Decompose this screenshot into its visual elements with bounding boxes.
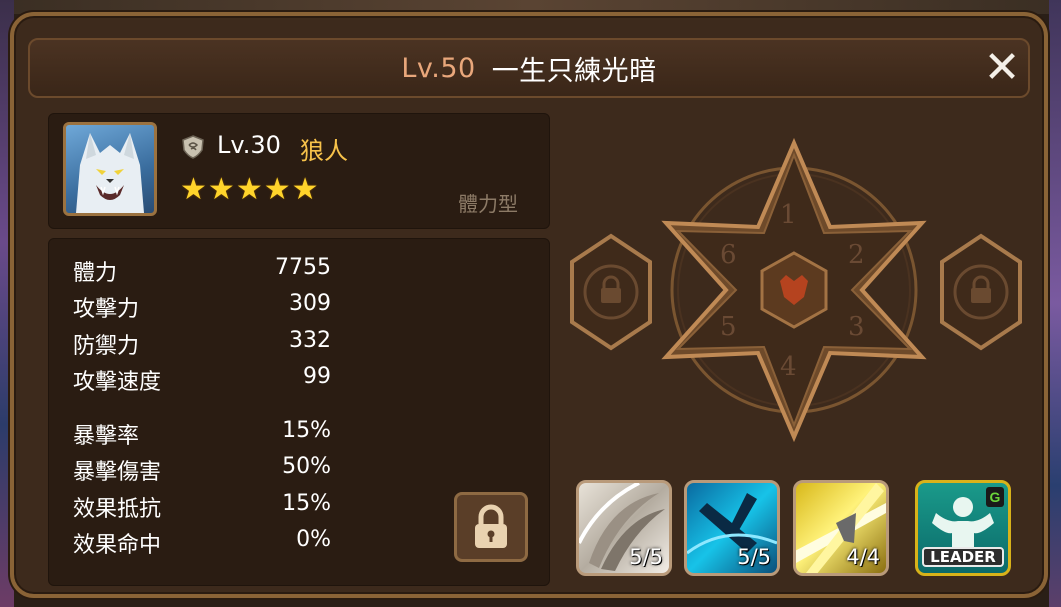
wind-attribute-icon (180, 134, 206, 160)
monster-level: Lv.30 (217, 131, 281, 159)
stat-label: 攻擊速度 (73, 370, 162, 395)
skill-level: 4/4 (846, 545, 880, 569)
skill-level: 5/5 (629, 545, 663, 569)
monster-type: 體力型 (458, 192, 518, 216)
rune-slot-6[interactable]: 6 (720, 240, 737, 270)
close-button[interactable]: ✕ (980, 46, 1024, 90)
monster-star-rating: ★ ★ ★ ★ ★ (180, 175, 319, 205)
stat-value: 309 (289, 291, 331, 316)
stat-label: 暴擊率 (73, 424, 140, 449)
monster-portrait[interactable] (63, 122, 157, 216)
star-icon: ★ (291, 172, 319, 207)
rune-slot-1[interactable]: 1 (780, 200, 797, 230)
stat-value: 15% (282, 418, 331, 443)
rune-slot-5[interactable]: 5 (720, 312, 737, 342)
right-artifact-slot[interactable] (936, 232, 1026, 352)
stat-row-hp: 體力 7755 (73, 255, 331, 287)
stat-label: 效果命中 (73, 533, 162, 558)
stat-row-accuracy: 效果命中 0% (73, 527, 331, 559)
stat-value: 15% (282, 491, 331, 516)
dialog-title-bar: Lv.50 一生只練光暗 (28, 38, 1030, 98)
svg-text:G: G (990, 489, 1001, 505)
stat-row-crit-damage: 暴擊傷害 50% (73, 454, 331, 486)
leader-badge: LEADER (922, 547, 1004, 567)
stat-label: 攻擊力 (73, 297, 140, 322)
rune-slot-3[interactable]: 3 (848, 312, 865, 342)
leader-skill-button[interactable]: G LEADER (915, 480, 1011, 576)
stat-row-defense: 防禦力 332 (73, 328, 331, 360)
stat-value: 0% (296, 527, 331, 552)
lock-button[interactable] (454, 492, 528, 562)
player-name: 一生只練光暗 (491, 55, 657, 87)
stat-row-resistance: 效果抵抗 15% (73, 491, 331, 523)
background-game-right (1049, 0, 1061, 607)
star-icon: ★ (207, 172, 235, 207)
stat-label: 效果抵抗 (73, 497, 162, 522)
stat-row-attack: 攻擊力 309 (73, 291, 331, 323)
player-level: Lv.50 (401, 52, 476, 84)
stat-value: 99 (303, 364, 331, 389)
star-icon: ★ (263, 172, 291, 207)
lock-icon (475, 504, 507, 548)
stat-value: 332 (289, 328, 331, 353)
skill-3-button[interactable]: 4/4 (793, 480, 889, 576)
stat-label: 體力 (73, 261, 118, 286)
stat-row-speed: 攻擊速度 99 (73, 364, 331, 396)
skill-2-button[interactable]: 5/5 (684, 480, 780, 576)
stat-value: 50% (282, 454, 331, 479)
stat-label: 暴擊傷害 (73, 460, 162, 485)
skill-level: 5/5 (737, 545, 771, 569)
monster-name: 狼人 (300, 137, 348, 165)
stat-value: 7755 (275, 255, 331, 280)
stat-row-crit-rate: 暴擊率 15% (73, 418, 331, 450)
left-artifact-slot[interactable] (566, 232, 656, 352)
rune-slot-4[interactable]: 4 (780, 352, 797, 382)
star-icon: ★ (235, 172, 263, 207)
star-icon: ★ (180, 172, 207, 207)
stat-label: 防禦力 (73, 334, 140, 359)
skill-1-button[interactable]: 5/5 (576, 480, 672, 576)
close-icon: ✕ (983, 42, 1021, 93)
rune-slot-2[interactable]: 2 (848, 240, 865, 270)
